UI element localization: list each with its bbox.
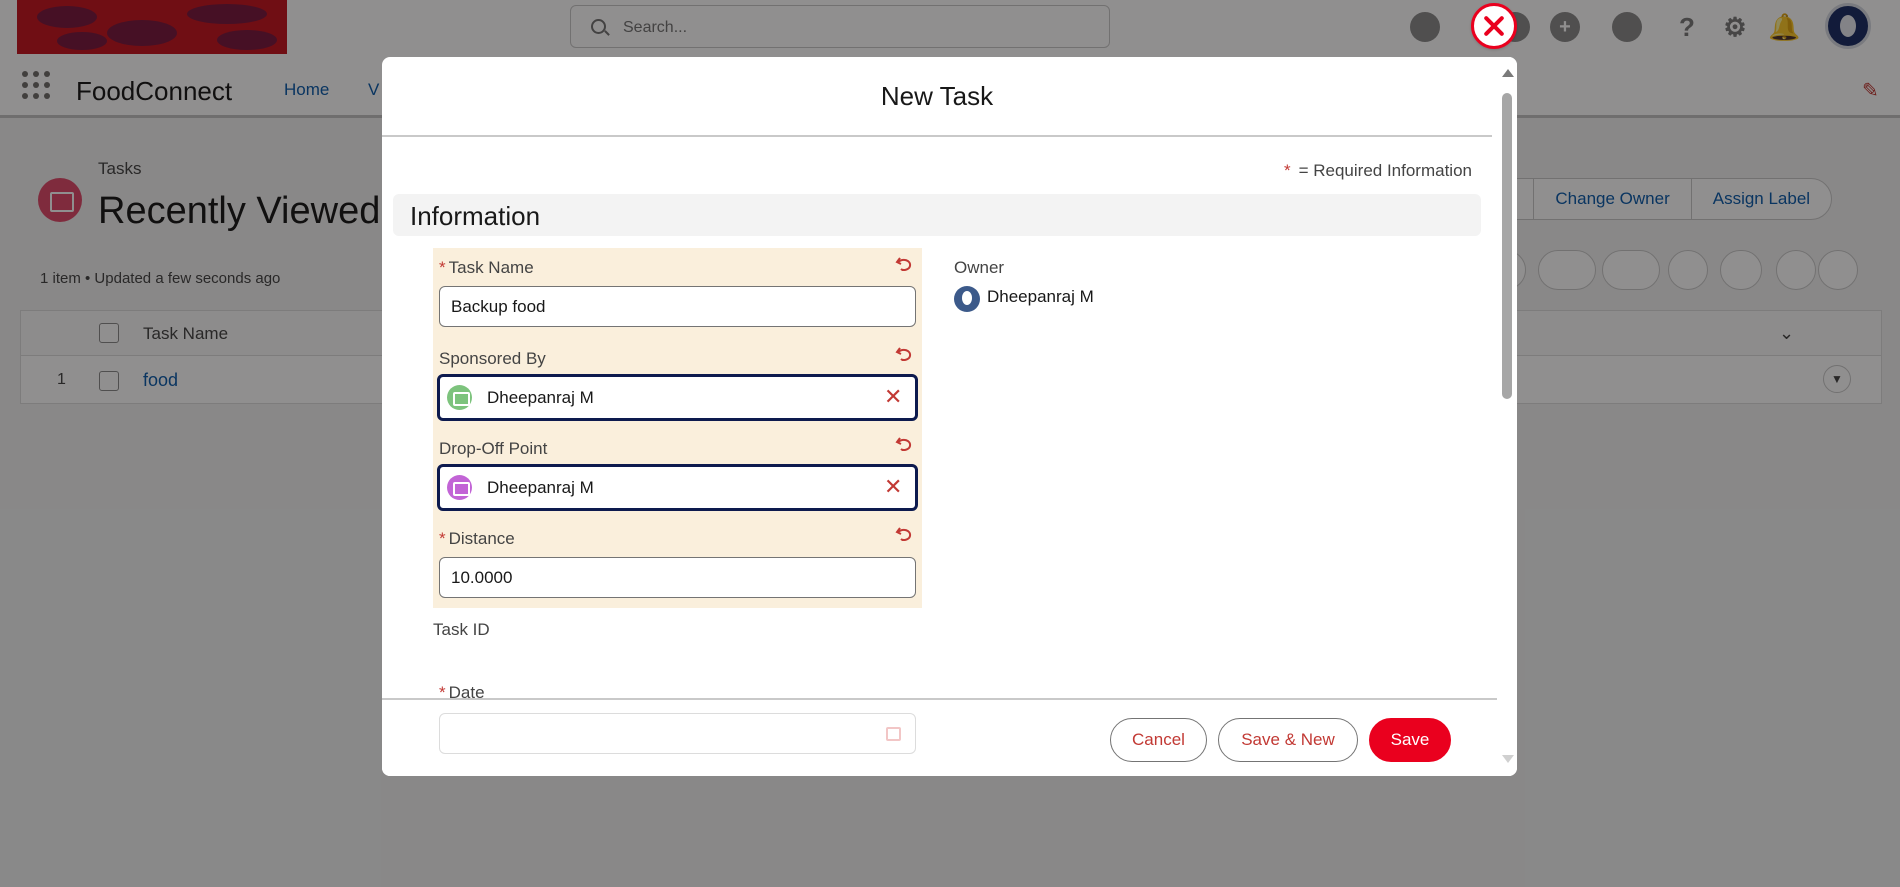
sponsored-by-lookup[interactable]: Dheepanraj M ✕	[437, 374, 918, 421]
save-and-new-button[interactable]: Save & New	[1218, 718, 1358, 762]
clear-drop-off-point-icon[interactable]: ✕	[884, 475, 902, 499]
section-title: Information	[410, 201, 541, 231]
task-name-label: * Task Name	[439, 258, 534, 278]
clear-sponsored-by-icon[interactable]: ✕	[884, 385, 902, 409]
owner-label: Owner	[954, 258, 1005, 277]
task-name-label-text: Task Name	[448, 258, 534, 277]
required-star: *	[439, 529, 446, 548]
calendar-icon[interactable]	[886, 727, 901, 741]
undo-distance-icon[interactable]	[895, 525, 913, 543]
sponsored-by-label: Sponsored By	[439, 349, 546, 368]
section-information[interactable]: Information	[393, 194, 1481, 236]
modal-title: New Task	[880, 81, 994, 111]
distance-label: * Distance	[439, 529, 515, 549]
distance-label-text: Distance	[448, 529, 515, 548]
required-star: *	[439, 258, 446, 277]
undo-sponsored-by-icon[interactable]	[895, 345, 913, 363]
sponsored-by-value: Dheepanraj M	[487, 388, 594, 407]
scroll-thumb[interactable]	[1502, 93, 1512, 399]
sponsor-record-icon	[447, 385, 472, 410]
new-task-modal: New Task * = Required Information Informa…	[382, 57, 1517, 776]
date-input[interactable]	[439, 713, 916, 754]
undo-drop-off-point-icon[interactable]	[895, 435, 913, 453]
required-information-note: * = Required Information	[1284, 161, 1472, 181]
modal-scrollbar[interactable]	[1497, 57, 1517, 776]
dropoff-record-icon	[447, 475, 472, 500]
distance-input[interactable]: 10.0000	[439, 557, 916, 598]
drop-off-point-value: Dheepanraj M	[487, 478, 594, 497]
required-note-text: = Required Information	[1298, 161, 1472, 180]
save-button[interactable]: Save	[1369, 718, 1451, 762]
drop-off-point-label: Drop-Off Point	[439, 439, 548, 458]
task-name-input[interactable]: Backup food	[439, 286, 916, 327]
modal-header: New Task	[382, 57, 1492, 137]
undo-task-name-icon[interactable]	[895, 255, 913, 273]
cancel-button[interactable]: Cancel	[1110, 718, 1207, 762]
owner-value[interactable]: Dheepanraj M	[954, 287, 1094, 307]
modal-footer: Cancel Save & New Save	[382, 698, 1497, 776]
scroll-down-arrow-icon[interactable]	[1502, 755, 1514, 763]
drop-off-point-lookup[interactable]: Dheepanraj M ✕	[437, 464, 918, 511]
required-star: *	[1283, 161, 1291, 180]
scroll-up-arrow-icon[interactable]	[1502, 69, 1514, 77]
task-id-label: Task ID	[433, 620, 490, 639]
close-modal-button[interactable]	[1471, 3, 1517, 49]
